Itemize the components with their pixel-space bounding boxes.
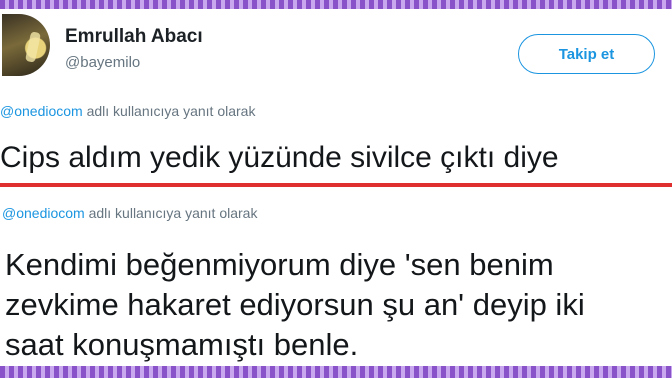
- tweet-text-1: Cips aldım yedik yüzünde sivilce çıktı d…: [0, 141, 559, 174]
- tweet-text-line: Kendimi beğenmiyorum diye 'sen benim: [5, 247, 554, 282]
- reply-mention-link[interactable]: @onediocom: [0, 103, 83, 119]
- reply-context-2: @onediocom adlı kullanıcıya yanıt olarak: [2, 205, 257, 221]
- author-handle[interactable]: @bayemilo: [65, 54, 140, 71]
- tweet-screenshot-card: Emrullah Abacı @bayemilo Takip et @onedi…: [0, 9, 672, 366]
- reply-context-text: adlı kullanıcıya yanıt olarak: [84, 205, 258, 221]
- tweet-text-line: saat konuşmamıştı benle.: [5, 327, 359, 362]
- avatar-highlight: [24, 31, 42, 63]
- avatar[interactable]: [2, 14, 50, 76]
- follow-button[interactable]: Takip et: [518, 34, 655, 74]
- tweet-text-line: zevkime hakaret ediyorsun şu an' deyip i…: [5, 287, 585, 322]
- red-divider: [0, 183, 672, 187]
- author-name[interactable]: Emrullah Abacı: [65, 26, 203, 48]
- tweet-text-2: Kendimi beğenmiyorum diye 'sen benim zev…: [5, 245, 585, 365]
- reply-mention-link[interactable]: @onediocom: [2, 205, 85, 221]
- reply-context-1: @onediocom adlı kullanıcıya yanıt olarak: [0, 103, 255, 119]
- reply-context-text: adlı kullanıcıya yanıt olarak: [82, 103, 256, 119]
